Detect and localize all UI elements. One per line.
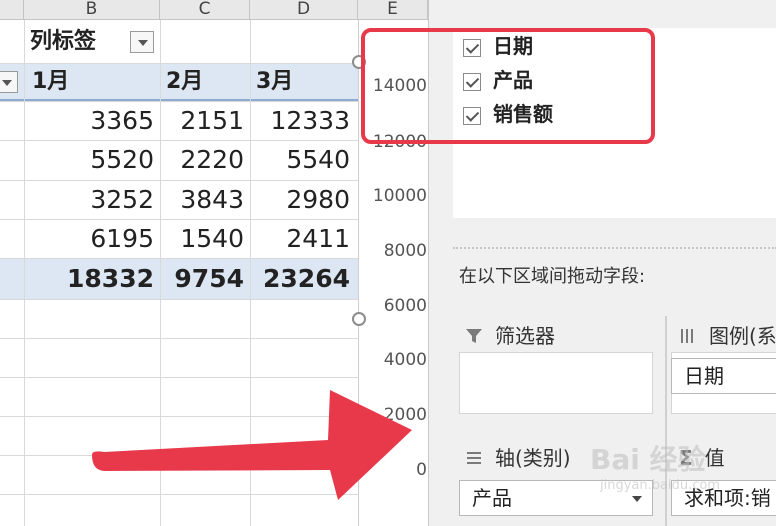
watermark-url: jingyan.baidu.com	[600, 478, 720, 493]
watermark: Bai 经验	[590, 443, 706, 476]
